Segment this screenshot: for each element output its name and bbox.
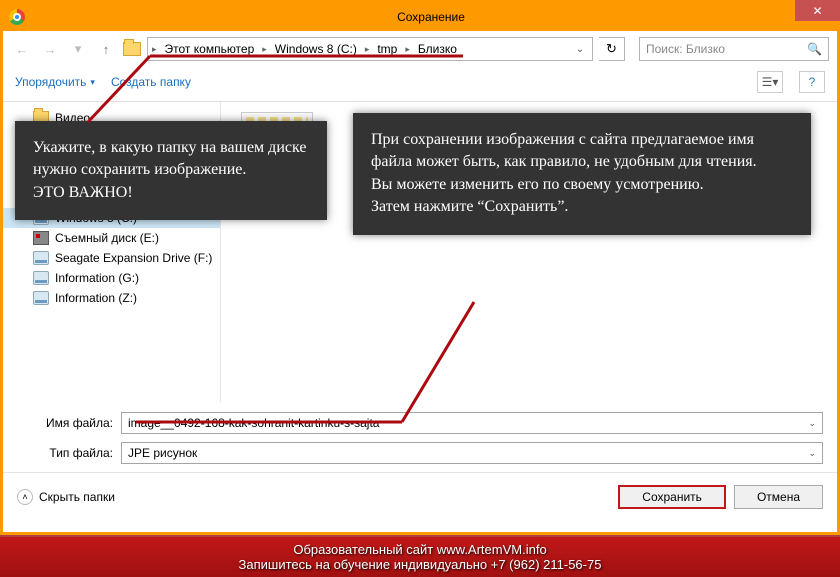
chevron-right-icon: ▸ (365, 44, 370, 55)
chevron-right-icon: ▸ (405, 44, 410, 55)
new-folder-button[interactable]: Создать папку (111, 75, 191, 89)
titlebar: Сохранение ✕ (3, 3, 837, 31)
close-button[interactable]: ✕ (795, 0, 840, 21)
usb-icon (33, 231, 49, 245)
help-button[interactable]: ? (799, 71, 825, 93)
disk-icon (33, 291, 49, 305)
breadcrumb-item[interactable]: Windows 8 (C:) (271, 42, 361, 56)
disk-icon (33, 271, 49, 285)
filename-area: Имя файла: image__0492-168-kak-sohranit-… (3, 402, 837, 464)
breadcrumb[interactable]: ▸ Этот компьютер ▸ Windows 8 (C:) ▸ tmp … (147, 37, 593, 61)
chevron-right-icon: ▸ (262, 44, 267, 55)
callout-folder: Укажите, в какую папку на вашем диске ну… (15, 121, 327, 220)
chevron-right-icon: ▸ (152, 44, 157, 55)
dialog-frame: Сохранение ✕ ← → ▾ ↑ ▸ Этот компьютер ▸ … (0, 0, 840, 535)
breadcrumb-item[interactable]: tmp (373, 42, 401, 56)
recent-dropdown[interactable]: ▾ (67, 38, 89, 60)
filename-input[interactable]: image__0492-168-kak-sohranit-kartinku-s-… (121, 412, 823, 434)
window-title: Сохранение (25, 10, 837, 24)
chrome-icon (9, 9, 25, 25)
cancel-button[interactable]: Отмена (734, 485, 823, 509)
nav-row: ← → ▾ ↑ ▸ Этот компьютер ▸ Windows 8 (C:… (3, 31, 837, 67)
filetype-select[interactable]: JPE рисунок ⌄ (121, 442, 823, 464)
folder-icon (123, 42, 141, 56)
search-input[interactable]: Поиск: Близко 🔍 (639, 37, 829, 61)
footer-banner: Образовательный сайт www.ArtemVM.info За… (0, 535, 840, 577)
save-button[interactable]: Сохранить (618, 485, 726, 509)
toolbar: Упорядочить ▾ Создать папку ☰▾ ? (3, 67, 837, 102)
search-icon: 🔍 (807, 42, 822, 56)
search-placeholder: Поиск: Близко (646, 42, 725, 56)
callout-filename: При сохранении изображения с сайта предл… (353, 113, 811, 235)
forward-button[interactable]: → (39, 38, 61, 60)
refresh-button[interactable]: ↻ (599, 37, 625, 61)
breadcrumb-item[interactable]: Близко (414, 42, 461, 56)
chevron-up-icon: ˄ (17, 489, 33, 505)
tree-item[interactable]: Information (Z:) (3, 288, 220, 308)
chevron-down-icon[interactable]: ⌄ (808, 448, 816, 459)
disk-icon (33, 251, 49, 265)
back-button[interactable]: ← (11, 38, 33, 60)
view-button[interactable]: ☰▾ (757, 71, 783, 93)
hide-folders-toggle[interactable]: ˄ Скрыть папки (17, 489, 115, 505)
filetype-label: Тип файла: (17, 446, 121, 460)
filename-label: Имя файла: (17, 416, 121, 430)
tree-item[interactable]: Information (G:) (3, 268, 220, 288)
banner-line2: Запишитесь на обучение индивидуально +7 … (0, 557, 840, 572)
breadcrumb-item[interactable]: Этот компьютер (161, 42, 259, 56)
tree-item[interactable]: Seagate Expansion Drive (F:) (3, 248, 220, 268)
organize-menu[interactable]: Упорядочить ▾ (15, 75, 95, 89)
breadcrumb-dropdown[interactable]: ⌄ (572, 44, 588, 55)
tree-item[interactable]: Съемный диск (E:) (3, 228, 220, 248)
banner-line1: Образовательный сайт www.ArtemVM.info (0, 542, 840, 557)
bottom-bar: ˄ Скрыть папки Сохранить Отмена (3, 472, 837, 523)
chevron-down-icon[interactable]: ⌄ (808, 418, 816, 429)
up-button[interactable]: ↑ (95, 38, 117, 60)
